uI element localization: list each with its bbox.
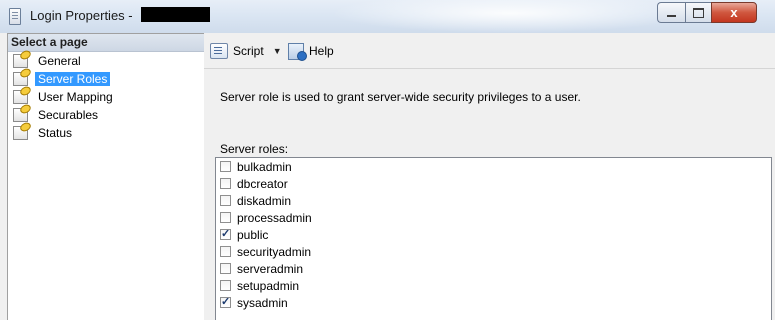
role-row-serveradmin[interactable]: serveradmin xyxy=(216,260,771,277)
maximize-icon xyxy=(693,7,704,18)
chevron-down-icon[interactable]: ▼ xyxy=(273,46,282,56)
role-checkbox-setupadmin[interactable] xyxy=(220,280,231,291)
close-icon: x xyxy=(730,5,738,20)
redacted-login-name xyxy=(141,7,210,22)
help-button[interactable]: Help xyxy=(288,42,334,61)
script-icon xyxy=(210,43,228,59)
script-button[interactable]: Script ▼ xyxy=(210,42,282,60)
page-wrench-icon xyxy=(13,108,28,122)
role-label: bulkadmin xyxy=(237,159,292,174)
title-bar: Login Properties - x xyxy=(0,0,775,33)
page-item-label: User Mapping xyxy=(38,90,113,104)
role-checkbox-sysadmin[interactable] xyxy=(220,295,231,308)
role-label: serveradmin xyxy=(237,261,304,276)
role-checkbox-dbcreator[interactable] xyxy=(220,178,231,189)
page-item-securables[interactable]: Securables xyxy=(8,106,204,124)
close-button[interactable]: x xyxy=(711,2,757,23)
role-row-bulkadmin[interactable]: bulkadmin xyxy=(216,158,771,175)
role-label: dbcreator xyxy=(237,176,288,191)
page-description: Server role is used to grant server-wide… xyxy=(220,90,581,104)
role-row-dbcreator[interactable]: dbcreator xyxy=(216,175,771,192)
window-title: Login Properties - xyxy=(30,8,133,23)
role-row-processadmin[interactable]: processadmin xyxy=(216,209,771,226)
page-wrench-icon xyxy=(13,72,28,86)
role-label: public xyxy=(237,227,269,242)
login-properties-window: Login Properties - x Select a page Gener… xyxy=(0,0,775,320)
page-wrench-icon xyxy=(13,90,28,104)
title-bar-glow xyxy=(330,0,690,33)
server-roles-label: Server roles: xyxy=(220,142,289,156)
role-checkbox-bulkadmin[interactable] xyxy=(220,161,231,172)
select-page-panel: Select a page General Server Roles User Ma… xyxy=(7,33,205,320)
role-checkbox-processadmin[interactable] xyxy=(220,212,231,223)
role-row-sysadmin[interactable]: sysadmin xyxy=(216,294,771,311)
role-row-public[interactable]: public xyxy=(216,226,771,243)
role-row-securityadmin[interactable]: securityadmin xyxy=(216,243,771,260)
page-wrench-icon xyxy=(13,126,28,140)
role-checkbox-diskadmin[interactable] xyxy=(220,195,231,206)
role-label: securityadmin xyxy=(237,244,312,259)
page-item-label: Status xyxy=(38,126,73,140)
page-item-label: General xyxy=(38,54,81,68)
maximize-button[interactable] xyxy=(685,2,711,23)
role-label: processadmin xyxy=(237,210,312,225)
role-row-diskadmin[interactable]: diskadmin xyxy=(216,192,771,209)
minimize-button[interactable] xyxy=(657,2,685,23)
role-row-setupadmin[interactable]: setupadmin xyxy=(216,277,771,294)
select-page-header: Select a page xyxy=(8,34,204,52)
server-roles-page: Server role is used to grant server-wide… xyxy=(204,69,775,320)
page-item-user-mapping[interactable]: User Mapping xyxy=(8,88,204,106)
minimize-icon xyxy=(667,15,676,17)
role-label: setupadmin xyxy=(237,278,300,293)
page-item-status[interactable]: Status xyxy=(8,124,204,142)
help-icon xyxy=(288,42,307,61)
role-checkbox-securityadmin[interactable] xyxy=(220,246,231,257)
toolbar: Script ▼ Help xyxy=(204,33,775,69)
role-checkbox-public[interactable] xyxy=(220,227,231,240)
server-roles-list[interactable]: bulkadmin dbcreator diskadmin processadmin p… xyxy=(215,157,772,320)
document-icon xyxy=(9,8,21,25)
page-item-label: Securables xyxy=(38,108,99,122)
role-label: diskadmin xyxy=(237,193,292,208)
help-label: Help xyxy=(309,44,334,58)
role-label: sysadmin xyxy=(237,295,288,310)
script-label: Script xyxy=(233,44,264,58)
role-checkbox-serveradmin[interactable] xyxy=(220,263,231,274)
page-item-server-roles[interactable]: Server Roles xyxy=(8,70,204,88)
page-list: General Server Roles User Mapping Securable… xyxy=(8,52,204,142)
page-item-general[interactable]: General xyxy=(8,52,204,70)
page-wrench-icon xyxy=(13,54,28,68)
page-item-label: Server Roles xyxy=(35,72,111,86)
caption-buttons: x xyxy=(657,2,757,23)
